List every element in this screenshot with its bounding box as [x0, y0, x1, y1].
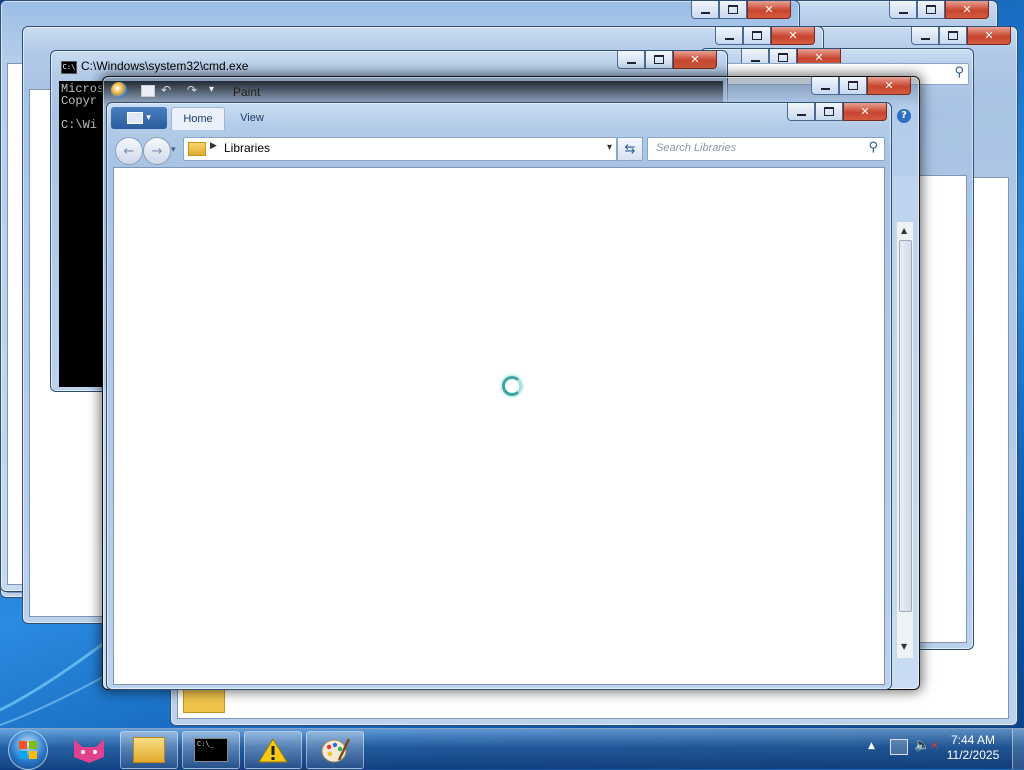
undo-icon[interactable]: ↶ — [161, 83, 171, 97]
maximize-button[interactable] — [917, 1, 945, 19]
minimize-button[interactable] — [811, 77, 839, 95]
save-icon[interactable] — [141, 85, 155, 97]
windows-orb-icon — [19, 741, 37, 759]
taskbar-app-cat[interactable] — [70, 735, 108, 763]
window-controls: ✕ — [691, 1, 791, 20]
minimize-button[interactable] — [787, 103, 815, 121]
maximize-button[interactable] — [815, 103, 843, 121]
window-controls: ✕ — [811, 77, 911, 96]
maximize-button[interactable] — [645, 51, 673, 69]
clock-date: 11/2/2025 — [946, 748, 1000, 762]
cmd-icon: C:\_ — [194, 738, 228, 762]
chevron-down-icon: ▾ — [146, 113, 151, 123]
close-button[interactable]: ✕ — [867, 77, 911, 95]
taskbar-cmd[interactable]: C:\_ — [182, 731, 240, 769]
taskbar-warning[interactable] — [244, 731, 302, 769]
forward-button[interactable]: → — [143, 137, 171, 165]
search-placeholder: Search Libraries — [656, 142, 737, 154]
window-controls: ✕ — [889, 1, 989, 20]
paint-icon — [321, 738, 350, 763]
paint-icon — [111, 82, 127, 98]
help-icon[interactable]: ? — [897, 109, 911, 123]
close-button[interactable]: ✕ — [945, 1, 989, 19]
window-controls: ✕ — [911, 27, 1011, 46]
file-menu-button[interactable]: ▾ — [111, 107, 167, 129]
back-button[interactable]: ← — [115, 137, 143, 165]
libraries-icon — [188, 142, 206, 156]
refresh-button[interactable]: ⇆ — [617, 137, 643, 161]
minimize-button[interactable] — [911, 27, 939, 45]
taskbar: C:\_ ▲ 🔈✕ 7:44 AM 11/2/2025 — [0, 728, 1024, 770]
minimize-button[interactable] — [889, 1, 917, 19]
loading-spinner-icon — [502, 376, 522, 396]
taskbar-explorer[interactable] — [120, 731, 178, 769]
close-button[interactable]: ✕ — [771, 27, 815, 45]
minimize-button[interactable] — [617, 51, 645, 69]
cat-app-icon — [74, 739, 104, 763]
taskbar-paint[interactable] — [306, 731, 364, 769]
maximize-button[interactable] — [939, 27, 967, 45]
cmd-title: C:\Windows\system32\cmd.exe — [81, 59, 249, 73]
scroll-thumb[interactable] — [899, 240, 912, 612]
search-icon[interactable]: ⚲ — [868, 140, 878, 155]
clock-time: 7:44 AM — [950, 733, 996, 747]
search-input[interactable]: Search Libraries ⚲ — [647, 137, 885, 161]
breadcrumb[interactable]: Libraries — [224, 141, 270, 155]
explorer-window[interactable]: ▾ Home View ✕ ← → ▾ ▶ Libraries ▾ ⇆ Sear… — [106, 102, 892, 690]
close-button[interactable]: ✕ — [747, 1, 791, 19]
window-controls: ✕ — [617, 51, 717, 70]
scroll-down-icon[interactable]: ▼ — [901, 642, 907, 651]
tab-view[interactable]: View — [229, 107, 275, 129]
file-menu-icon — [127, 112, 144, 124]
paint-title: Paint — [233, 85, 261, 99]
scroll-up-icon[interactable]: ▲ — [901, 226, 907, 235]
redo-icon[interactable]: ↷ — [187, 83, 197, 97]
tab-home[interactable]: Home — [171, 107, 225, 130]
network-icon[interactable] — [890, 739, 908, 755]
close-button[interactable]: ✕ — [967, 27, 1011, 45]
warning-icon — [258, 738, 288, 763]
address-dropdown-icon[interactable]: ▾ — [607, 142, 612, 153]
window-controls: ✕ — [715, 27, 815, 46]
folder-icon — [133, 737, 165, 763]
close-button[interactable]: ✕ — [673, 51, 717, 69]
breadcrumb-arrow-icon[interactable]: ▶ — [210, 141, 217, 151]
recent-pages-dropdown-icon[interactable]: ▾ — [171, 145, 176, 155]
close-button[interactable]: ✕ — [843, 103, 887, 121]
maximize-button[interactable] — [743, 27, 771, 45]
explorer-content[interactable] — [113, 167, 885, 685]
clock[interactable]: 7:44 AM 11/2/2025 — [940, 733, 1006, 763]
show-hidden-icons-icon[interactable]: ▲ — [868, 741, 875, 751]
minimize-button[interactable] — [691, 1, 719, 19]
quick-access-dropdown-icon[interactable]: ▾ — [209, 84, 214, 95]
cmd-icon: C:\ — [61, 61, 77, 74]
maximize-button[interactable] — [719, 1, 747, 19]
maximize-button[interactable] — [839, 77, 867, 95]
start-button[interactable] — [8, 730, 48, 770]
minimize-button[interactable] — [715, 27, 743, 45]
window-controls: ✕ — [787, 103, 887, 122]
show-desktop-button[interactable] — [1012, 729, 1024, 769]
volume-muted-icon[interactable]: 🔈✕ — [914, 738, 939, 753]
scrollbar[interactable]: ▲ ▼ — [896, 222, 913, 658]
address-bar[interactable]: ▶ Libraries ▾ — [183, 137, 617, 161]
search-icon: ⚲ — [954, 65, 964, 80]
